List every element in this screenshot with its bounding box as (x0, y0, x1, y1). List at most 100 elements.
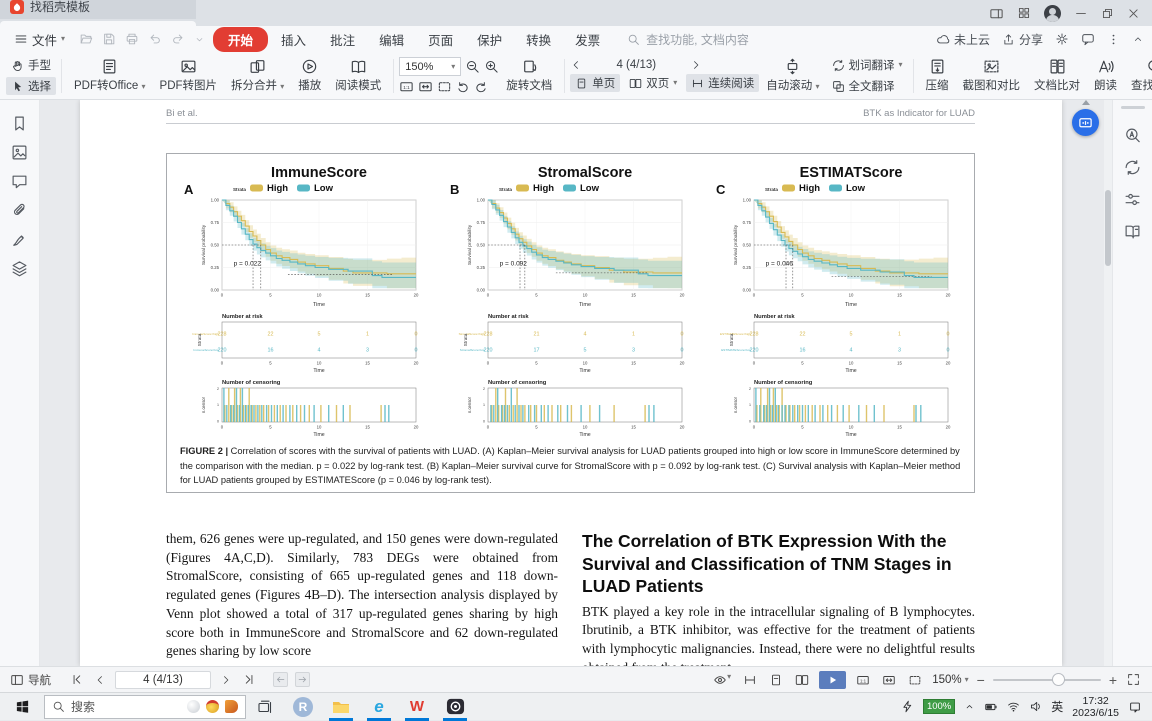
taskbar-app-screen-recorder[interactable] (436, 693, 474, 721)
status-play-button[interactable] (819, 670, 847, 689)
status-double-page-mode[interactable] (793, 671, 811, 689)
app-grid-button[interactable] (1017, 6, 1031, 20)
fullscreen-button[interactable] (1125, 671, 1142, 688)
sidebar-layers-button[interactable] (11, 260, 28, 277)
sidebar-comment-button[interactable] (11, 173, 28, 190)
view-back-button[interactable] (273, 672, 288, 687)
hidden-icons-chevron[interactable] (964, 701, 975, 712)
menu-tab-页面[interactable]: 页面 (417, 28, 464, 51)
sidebar-signature-button[interactable] (11, 231, 28, 248)
taskbar-app-r-app[interactable]: R (284, 693, 322, 721)
full-translate-button[interactable]: 全文翻译 (827, 77, 908, 95)
sidebar-settings-sliders-button[interactable] (1124, 191, 1141, 208)
sidebar-drag-handle[interactable] (1120, 106, 1145, 109)
hand-tool-button[interactable]: 手型 (6, 56, 56, 74)
volume-icon[interactable] (1029, 700, 1042, 713)
menu-tab-开始[interactable]: 开始 (213, 26, 269, 52)
toolbar-文档比对-button[interactable]: 文档比对 (1027, 56, 1087, 95)
rotate-left-button[interactable] (456, 80, 470, 94)
menu-tab-插入[interactable]: 插入 (270, 28, 317, 51)
quick-save-button[interactable] (102, 32, 116, 46)
start-button[interactable] (0, 693, 44, 721)
share-button[interactable]: 分享 (1002, 31, 1043, 48)
zoom-plus-button[interactable]: + (1109, 673, 1117, 687)
menu-tab-发票[interactable]: 发票 (564, 28, 611, 51)
view-mode-双页[interactable]: 双页 ▾ (624, 74, 682, 92)
status-fit-width-button[interactable] (880, 671, 898, 689)
prev-page-button-status[interactable] (92, 672, 108, 688)
taskbar-clock[interactable]: 17:32 2023/6/15 (1072, 695, 1119, 719)
cloud-status[interactable]: 未上云 (936, 31, 990, 48)
feedback-button[interactable] (1081, 32, 1095, 46)
select-tool-button[interactable]: 选择 (6, 77, 56, 95)
taskbar-app-ie-browser[interactable]: e (360, 693, 398, 721)
prev-page-button[interactable] (570, 59, 582, 71)
window-close-button[interactable] (1127, 7, 1140, 20)
scrollbar-thumb[interactable] (1105, 190, 1111, 266)
actual-size-button[interactable]: 1:1 (399, 79, 414, 94)
status-page-display[interactable]: 4 (4/13) (115, 670, 211, 689)
toolbar-拆分合并-button[interactable]: 拆分合并 ▾ (224, 56, 291, 95)
toolbar-压缩-button[interactable]: 压缩 (919, 56, 956, 95)
status-actual-size-button[interactable]: 1:1 (854, 671, 872, 689)
toolbar-阅读模式-button[interactable]: 阅读模式 (328, 56, 388, 95)
toolbar-PDF转图片-button[interactable]: PDF转图片 (153, 56, 225, 95)
sidebar-translate-button[interactable] (1124, 159, 1141, 176)
status-zoom-display[interactable]: 150% ▾ (932, 674, 968, 686)
fit-width-button[interactable] (418, 79, 433, 94)
window-layout-button[interactable] (989, 6, 1004, 21)
file-menu[interactable]: 文件 ▾ (8, 30, 71, 49)
status-fit-page-button[interactable] (906, 671, 924, 689)
taskbar-app-file-explorer[interactable] (322, 693, 360, 721)
status-continuous-mode[interactable] (741, 671, 759, 689)
zoom-slider[interactable] (992, 672, 1101, 686)
sidebar-reader-book-button[interactable] (1124, 223, 1141, 240)
view-forward-button[interactable] (295, 672, 310, 687)
menu-tab-批注[interactable]: 批注 (319, 28, 366, 51)
collapse-ribbon-button[interactable] (1132, 33, 1144, 45)
search-function-box[interactable]: 查找功能, 文档内容 (627, 31, 749, 48)
rotate-document-button[interactable]: 旋转文档 (499, 56, 559, 95)
first-page-button[interactable] (68, 671, 85, 688)
menu-tab-转换[interactable]: 转换 (515, 28, 562, 51)
fit-page-button[interactable] (437, 79, 452, 94)
vertical-scrollbar[interactable] (1104, 100, 1112, 666)
taskbar-app-wps-office[interactable]: W (398, 693, 436, 721)
quick-undo-button[interactable] (148, 32, 162, 46)
sidebar-bookmark-button[interactable] (11, 115, 28, 132)
word-translate-button[interactable]: 划词翻译 ▾ (827, 56, 908, 74)
status-single-page-mode[interactable] (767, 671, 785, 689)
float-collapse-arrow[interactable] (1082, 100, 1090, 105)
toolbar-播放-button[interactable]: 播放 (291, 56, 328, 95)
minimize-button[interactable] (1074, 6, 1088, 20)
view-mode-单页[interactable]: 单页 (570, 74, 621, 92)
battery-percent-badge[interactable]: 100% (922, 699, 956, 714)
quick-redo-button[interactable] (171, 32, 185, 46)
ai-assistant-button[interactable] (1072, 109, 1099, 136)
user-avatar[interactable] (1044, 4, 1061, 22)
taskbar-search-box[interactable]: 搜索 (44, 694, 246, 719)
rotate-right-button[interactable] (474, 80, 488, 94)
sidebar-attachment-button[interactable] (11, 202, 28, 219)
sidebar-thumbnail-button[interactable] (11, 144, 28, 161)
power-alert-icon[interactable] (901, 700, 914, 713)
ime-indicator[interactable]: 英 (1051, 698, 1063, 715)
last-page-button[interactable] (241, 671, 258, 688)
wifi-icon[interactable] (1007, 700, 1020, 713)
view-mode-连续阅读[interactable]: 连续阅读 (686, 74, 760, 92)
settings-button[interactable] (1055, 32, 1069, 46)
quick-more-button[interactable] (194, 34, 205, 45)
zoom-out-button[interactable] (465, 59, 480, 74)
next-page-button-status[interactable] (218, 672, 234, 688)
toolbar-朗读-button[interactable]: 朗读 (1087, 56, 1124, 95)
quick-open-button[interactable] (79, 32, 93, 46)
next-page-button[interactable] (690, 59, 702, 71)
page-number-display[interactable]: 4 (4/13) (590, 59, 682, 71)
quick-printer-button[interactable] (125, 32, 139, 46)
restore-button[interactable] (1101, 7, 1114, 20)
more-menu-button[interactable] (1107, 33, 1120, 46)
toolbar-查找替换-button[interactable]: 查找替换 (1124, 56, 1152, 95)
zoom-in-button[interactable] (484, 59, 499, 74)
zoom-minus-button[interactable]: − (977, 673, 985, 687)
battery-icon[interactable] (984, 700, 998, 714)
